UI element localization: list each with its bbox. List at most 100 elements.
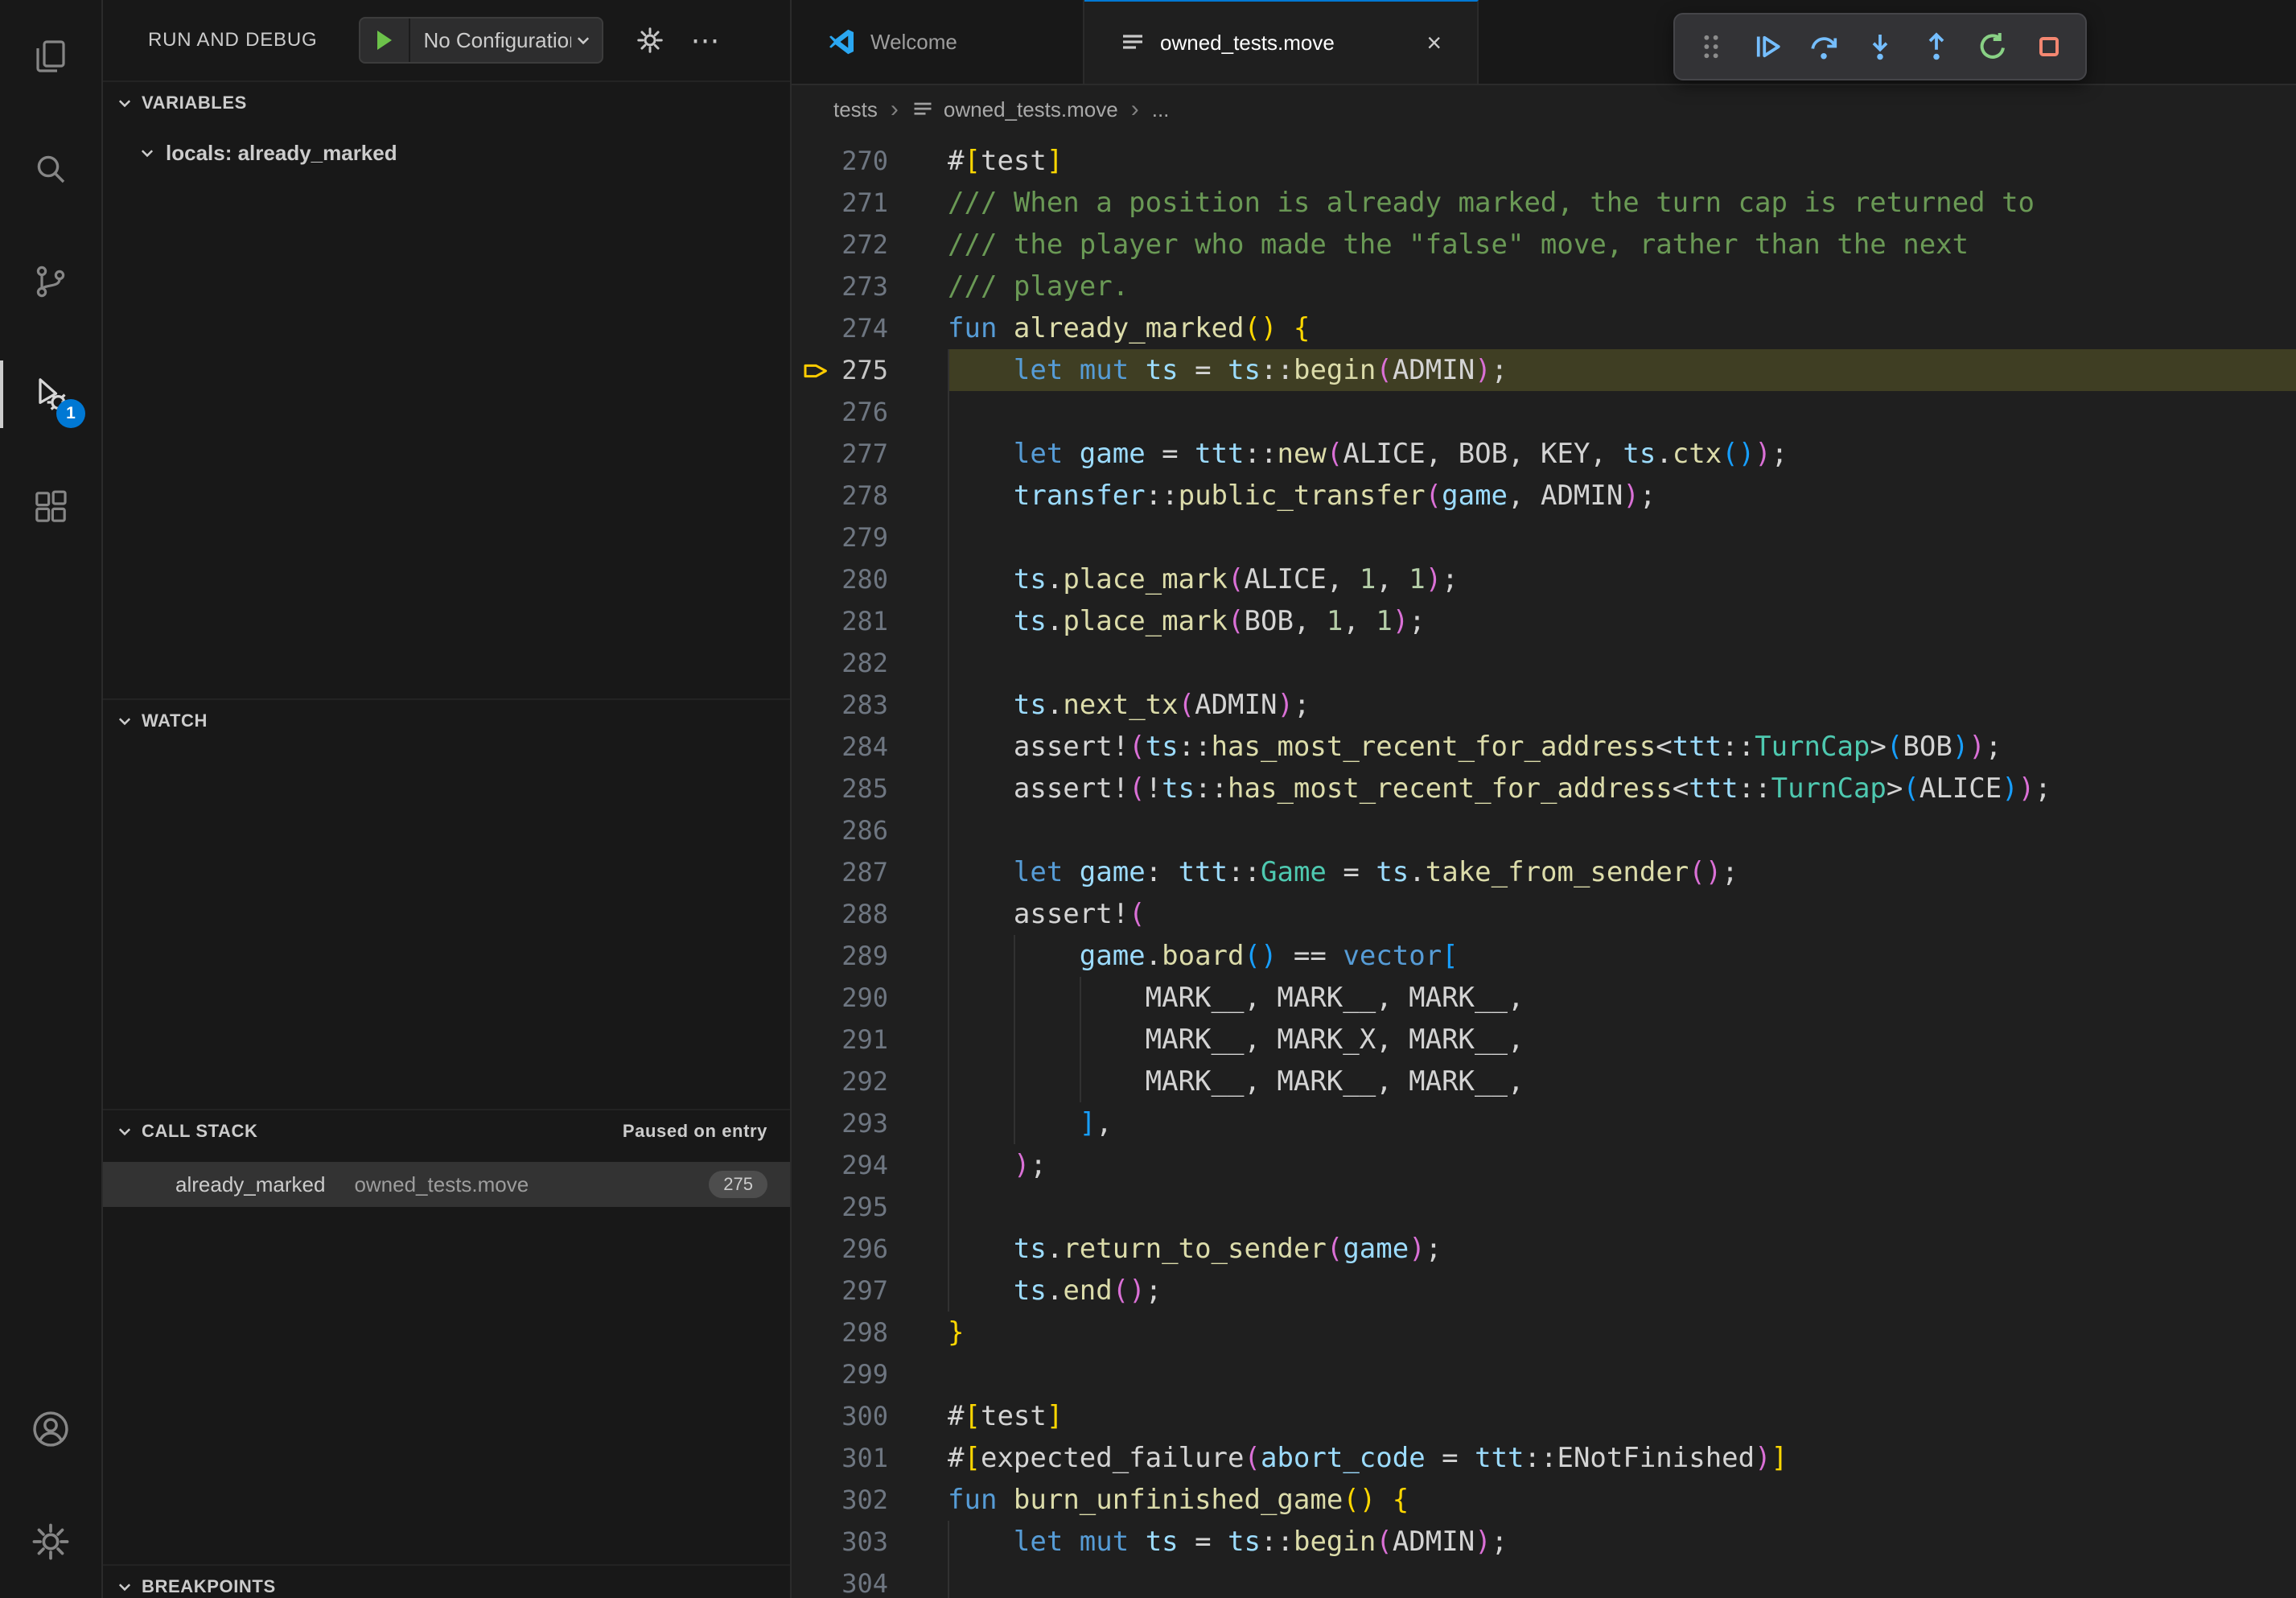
line-gutter[interactable]: 285 <box>792 768 948 809</box>
code-line[interactable]: 274fun already_marked() { <box>792 307 2296 349</box>
code-line[interactable]: 286 <box>792 809 2296 851</box>
code-text[interactable]: ts.return_to_sender(game); <box>948 1228 2296 1270</box>
debug-config-dropdown[interactable]: No Configurations <box>410 28 571 53</box>
line-gutter[interactable]: 289 <box>792 935 948 977</box>
line-gutter[interactable]: 270 <box>792 140 948 182</box>
code-text[interactable]: /// the player who made the "false" move… <box>948 224 2296 266</box>
code-line[interactable]: 283 ts.next_tx(ADMIN); <box>792 684 2296 726</box>
code-line[interactable]: 298} <box>792 1312 2296 1353</box>
line-gutter[interactable]: 279 <box>792 517 948 558</box>
code-text[interactable]: let game: ttt::Game = ts.take_from_sende… <box>948 851 2296 893</box>
line-gutter[interactable]: 304 <box>792 1563 948 1598</box>
continue-button[interactable] <box>1741 21 1794 72</box>
code-text[interactable]: assert!(!ts::has_most_recent_for_address… <box>948 768 2296 809</box>
call-stack-frame[interactable]: already_marked owned_tests.move 275 <box>103 1162 790 1207</box>
call-stack-section-header[interactable]: CALL STACK Paused on entry <box>103 1109 790 1152</box>
code-line[interactable]: 302fun burn_unfinished_game() { <box>792 1479 2296 1521</box>
code-text[interactable]: #[expected_failure(abort_code = ttt::ENo… <box>948 1437 2296 1479</box>
settings-button[interactable] <box>0 1485 101 1598</box>
variables-section-header[interactable]: VARIABLES <box>103 80 790 124</box>
code-line[interactable]: 287 let game: ttt::Game = ts.take_from_s… <box>792 851 2296 893</box>
code-line[interactable]: 303 let mut ts = ts::begin(ADMIN); <box>792 1521 2296 1563</box>
line-gutter[interactable]: 300 <box>792 1395 948 1437</box>
line-gutter[interactable]: 293 <box>792 1102 948 1144</box>
code-text[interactable]: fun burn_unfinished_game() { <box>948 1479 2296 1521</box>
code-text[interactable] <box>948 642 2296 684</box>
code-line[interactable]: 299 <box>792 1353 2296 1395</box>
code-line[interactable]: 297 ts.end(); <box>792 1270 2296 1312</box>
line-gutter[interactable]: 288 <box>792 893 948 935</box>
watch-section-header[interactable]: WATCH <box>103 698 790 742</box>
stop-button[interactable] <box>2022 21 2076 72</box>
step-out-button[interactable] <box>1910 21 1963 72</box>
step-over-button[interactable] <box>1797 21 1850 72</box>
code-line[interactable]: 293 ], <box>792 1102 2296 1144</box>
code-text[interactable]: assert!( <box>948 893 2296 935</box>
code-line[interactable]: 288 assert!( <box>792 893 2296 935</box>
code-line[interactable]: 294 ); <box>792 1144 2296 1186</box>
chevron-down-icon[interactable] <box>571 31 602 49</box>
code-text[interactable]: /// When a position is already marked, t… <box>948 182 2296 224</box>
debug-settings-gear-icon[interactable] <box>636 26 665 55</box>
code-text[interactable]: game.board() == vector[ <box>948 935 2296 977</box>
sidebar-item-source-control[interactable] <box>0 225 101 338</box>
line-gutter[interactable]: 280 <box>792 558 948 600</box>
code-text[interactable]: MARK__, MARK__, MARK__, <box>948 1061 2296 1102</box>
code-text[interactable] <box>948 809 2296 851</box>
code-line[interactable]: 278 transfer::public_transfer(game, ADMI… <box>792 475 2296 517</box>
code-text[interactable]: ts.place_mark(ALICE, 1, 1); <box>948 558 2296 600</box>
code-line[interactable]: 282 <box>792 642 2296 684</box>
line-gutter[interactable]: 287 <box>792 851 948 893</box>
code-line[interactable]: 295 <box>792 1186 2296 1228</box>
line-gutter[interactable]: 271 <box>792 182 948 224</box>
code-line[interactable]: 277 let game = ttt::new(ALICE, BOB, KEY,… <box>792 433 2296 475</box>
code-text[interactable]: /// player. <box>948 266 2296 307</box>
code-text[interactable]: let mut ts = ts::begin(ADMIN); <box>948 349 2296 391</box>
code-line[interactable]: 272/// the player who made the "false" m… <box>792 224 2296 266</box>
code-line[interactable]: 271/// When a position is already marked… <box>792 182 2296 224</box>
code-line[interactable]: 296 ts.return_to_sender(game); <box>792 1228 2296 1270</box>
code-text[interactable]: ], <box>948 1102 2296 1144</box>
code-line[interactable]: 280 ts.place_mark(ALICE, 1, 1); <box>792 558 2296 600</box>
line-gutter[interactable]: 291 <box>792 1019 948 1061</box>
line-gutter[interactable]: 286 <box>792 809 948 851</box>
line-gutter[interactable]: 276 <box>792 391 948 433</box>
code-line[interactable]: 292 MARK__, MARK__, MARK__, <box>792 1061 2296 1102</box>
code-text[interactable]: } <box>948 1312 2296 1353</box>
line-gutter[interactable]: 296 <box>792 1228 948 1270</box>
code-text[interactable]: ts.place_mark(BOB, 1, 1); <box>948 600 2296 642</box>
code-line[interactable]: 301#[expected_failure(abort_code = ttt::… <box>792 1437 2296 1479</box>
line-gutter[interactable]: 272 <box>792 224 948 266</box>
tab-owned-tests[interactable]: owned_tests.move × <box>1084 0 1479 84</box>
code-line[interactable]: 281 ts.place_mark(BOB, 1, 1); <box>792 600 2296 642</box>
code-line[interactable]: 300#[test] <box>792 1395 2296 1437</box>
code-text[interactable]: ); <box>948 1144 2296 1186</box>
code-text[interactable]: assert!(ts::has_most_recent_for_address<… <box>948 726 2296 768</box>
code-text[interactable]: fun already_marked() { <box>948 307 2296 349</box>
code-text[interactable]: MARK__, MARK_X, MARK__, <box>948 1019 2296 1061</box>
code-line[interactable]: 304 <box>792 1563 2296 1598</box>
line-gutter[interactable]: 297 <box>792 1270 948 1312</box>
line-gutter[interactable]: 298 <box>792 1312 948 1353</box>
code-text[interactable]: transfer::public_transfer(game, ADMIN); <box>948 475 2296 517</box>
code-text[interactable] <box>948 1563 2296 1598</box>
sidebar-item-search[interactable] <box>0 113 101 225</box>
code-editor[interactable]: 270#[test]271/// When a position is alre… <box>792 134 2296 1598</box>
line-gutter[interactable]: 292 <box>792 1061 948 1102</box>
code-line[interactable]: 276 <box>792 391 2296 433</box>
breadcrumb-item-file[interactable]: owned_tests.move <box>911 97 1118 122</box>
code-line[interactable]: 275 let mut ts = ts::begin(ADMIN); <box>792 349 2296 391</box>
step-into-button[interactable] <box>1854 21 1907 72</box>
start-debugging-button[interactable] <box>360 19 410 62</box>
line-gutter[interactable]: 303 <box>792 1521 948 1563</box>
account-button[interactable] <box>0 1373 101 1485</box>
code-text[interactable]: ts.end(); <box>948 1270 2296 1312</box>
code-line[interactable]: 285 assert!(!ts::has_most_recent_for_add… <box>792 768 2296 809</box>
code-line[interactable]: 273/// player. <box>792 266 2296 307</box>
line-gutter[interactable]: 294 <box>792 1144 948 1186</box>
close-icon[interactable]: × <box>1426 30 1442 56</box>
code-text[interactable]: let mut ts = ts::begin(ADMIN); <box>948 1521 2296 1563</box>
code-line[interactable]: 270#[test] <box>792 140 2296 182</box>
sidebar-item-run-and-debug[interactable]: 1 <box>0 338 101 451</box>
line-gutter[interactable]: 283 <box>792 684 948 726</box>
